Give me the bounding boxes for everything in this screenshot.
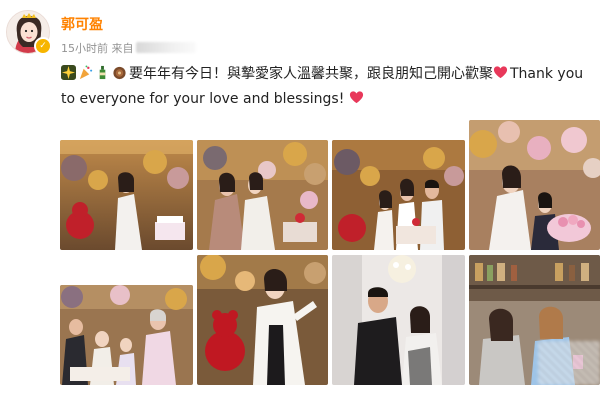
- post-meta: 15小时前 来自: [61, 40, 196, 56]
- sparkle-emoji-icon: [61, 65, 76, 80]
- verified-badge-icon: ✓: [34, 37, 52, 55]
- party-photo-couple: [332, 255, 465, 385]
- photo-4[interactable]: [469, 120, 600, 250]
- party-photo-woman-rose-bear: [197, 255, 328, 385]
- post-timestamp[interactable]: 15小时前 来自: [61, 42, 134, 55]
- watermark-blurred: [538, 341, 600, 385]
- source-blurred: [135, 42, 196, 53]
- photo-5[interactable]: [60, 285, 193, 385]
- party-photo-woman-girl: [469, 120, 600, 250]
- photo-6[interactable]: [197, 255, 328, 385]
- photo-7[interactable]: [332, 255, 465, 385]
- post-text: 要年年有今日！與摯愛家人溫馨共聚，跟良朋知己開心歡聚 Thank you to …: [61, 62, 596, 112]
- party-emoji-icon: [79, 65, 93, 80]
- photo-3[interactable]: [332, 140, 465, 250]
- photo-1[interactable]: [60, 140, 193, 250]
- party-photo-cake-cutting: [60, 285, 193, 385]
- username[interactable]: 郭可盈: [61, 14, 103, 34]
- photo-8[interactable]: [469, 255, 600, 385]
- cake-emoji-icon: [113, 66, 126, 80]
- party-photo-family: [332, 140, 465, 250]
- heart-emoji-icon: [493, 66, 508, 79]
- party-photo-hug: [197, 140, 328, 250]
- photo-2[interactable]: [197, 140, 328, 250]
- party-photo-woman-bear: [60, 140, 193, 250]
- avatar[interactable]: ✓: [6, 10, 52, 55]
- heart-emoji-icon: [349, 91, 363, 104]
- bottle-emoji-icon: [99, 65, 106, 80]
- post-text-main: 要年年有今日！與摯愛家人溫馨共聚，跟良朋知己開心歡聚: [129, 66, 493, 82]
